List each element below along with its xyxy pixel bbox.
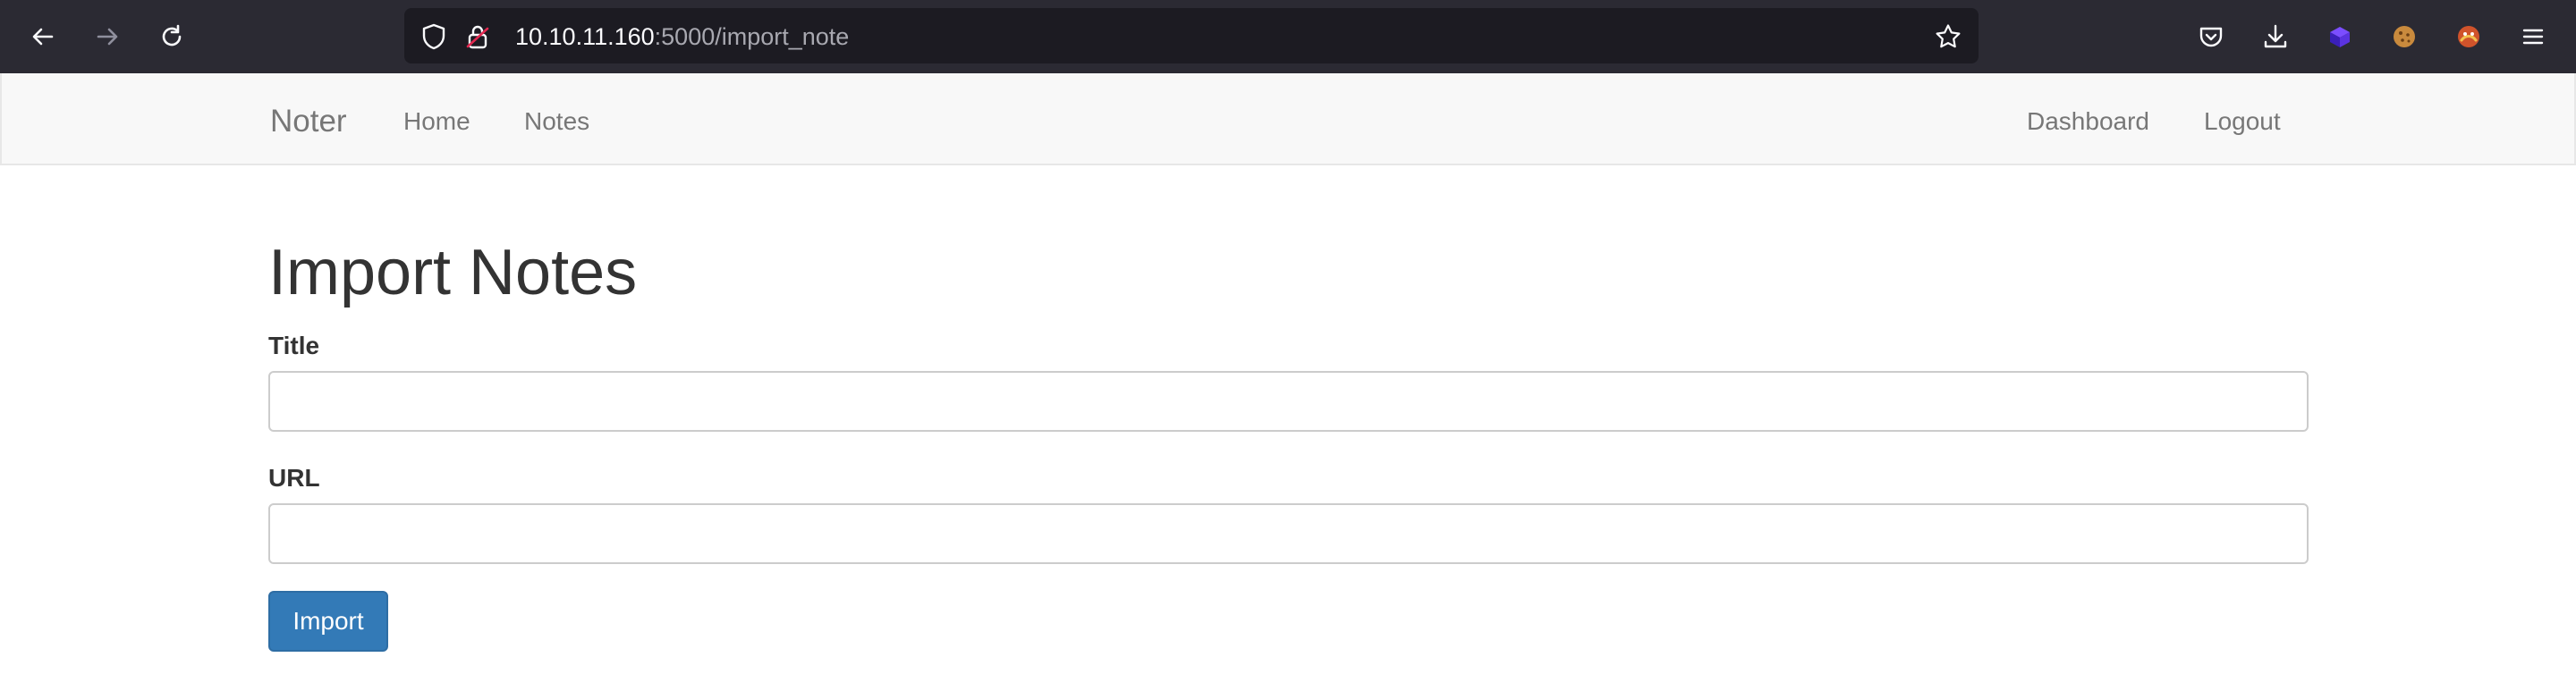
nav-link-notes[interactable]: Notes [524,107,589,136]
back-button[interactable] [25,19,61,55]
url-input[interactable] [268,503,2309,564]
url-text[interactable]: 10.10.11.160:5000/import_note [515,22,849,51]
url-path: :5000/import_note [654,23,850,50]
reload-button[interactable] [154,19,190,55]
url-host: 10.10.11.160 [515,23,655,50]
title-input[interactable] [268,371,2309,432]
back-arrow-icon [32,28,54,46]
forward-arrow-icon [97,28,118,46]
foxy-extension-icon[interactable] [2451,19,2487,55]
extension-cube-icon[interactable] [2322,19,2358,55]
download-icon[interactable] [2258,19,2293,55]
insecure-lock-icon[interactable] [463,22,492,51]
nav-link-dashboard[interactable]: Dashboard [2027,107,2149,136]
app-navbar: Noter Home Notes Dashboard Logout [0,73,2576,165]
nav-link-logout[interactable]: Logout [2204,107,2281,136]
forward-button[interactable] [89,19,125,55]
browser-toolbar: 10.10.11.160:5000/import_note [0,0,2576,73]
brand-link[interactable]: Noter [270,104,347,139]
page-title: Import Notes [268,237,638,308]
import-button[interactable]: Import [268,591,388,652]
reload-icon [162,24,182,46]
star-icon[interactable] [1934,22,1962,51]
pocket-icon[interactable] [2193,19,2229,55]
url-label: URL [268,464,320,492]
url-bar[interactable]: 10.10.11.160:5000/import_note [404,8,1979,63]
shield-icon[interactable] [419,22,448,51]
hamburger-menu-icon[interactable] [2515,19,2551,55]
cookie-icon[interactable] [2386,19,2422,55]
nav-link-home[interactable]: Home [403,107,470,136]
title-label: Title [268,332,320,359]
